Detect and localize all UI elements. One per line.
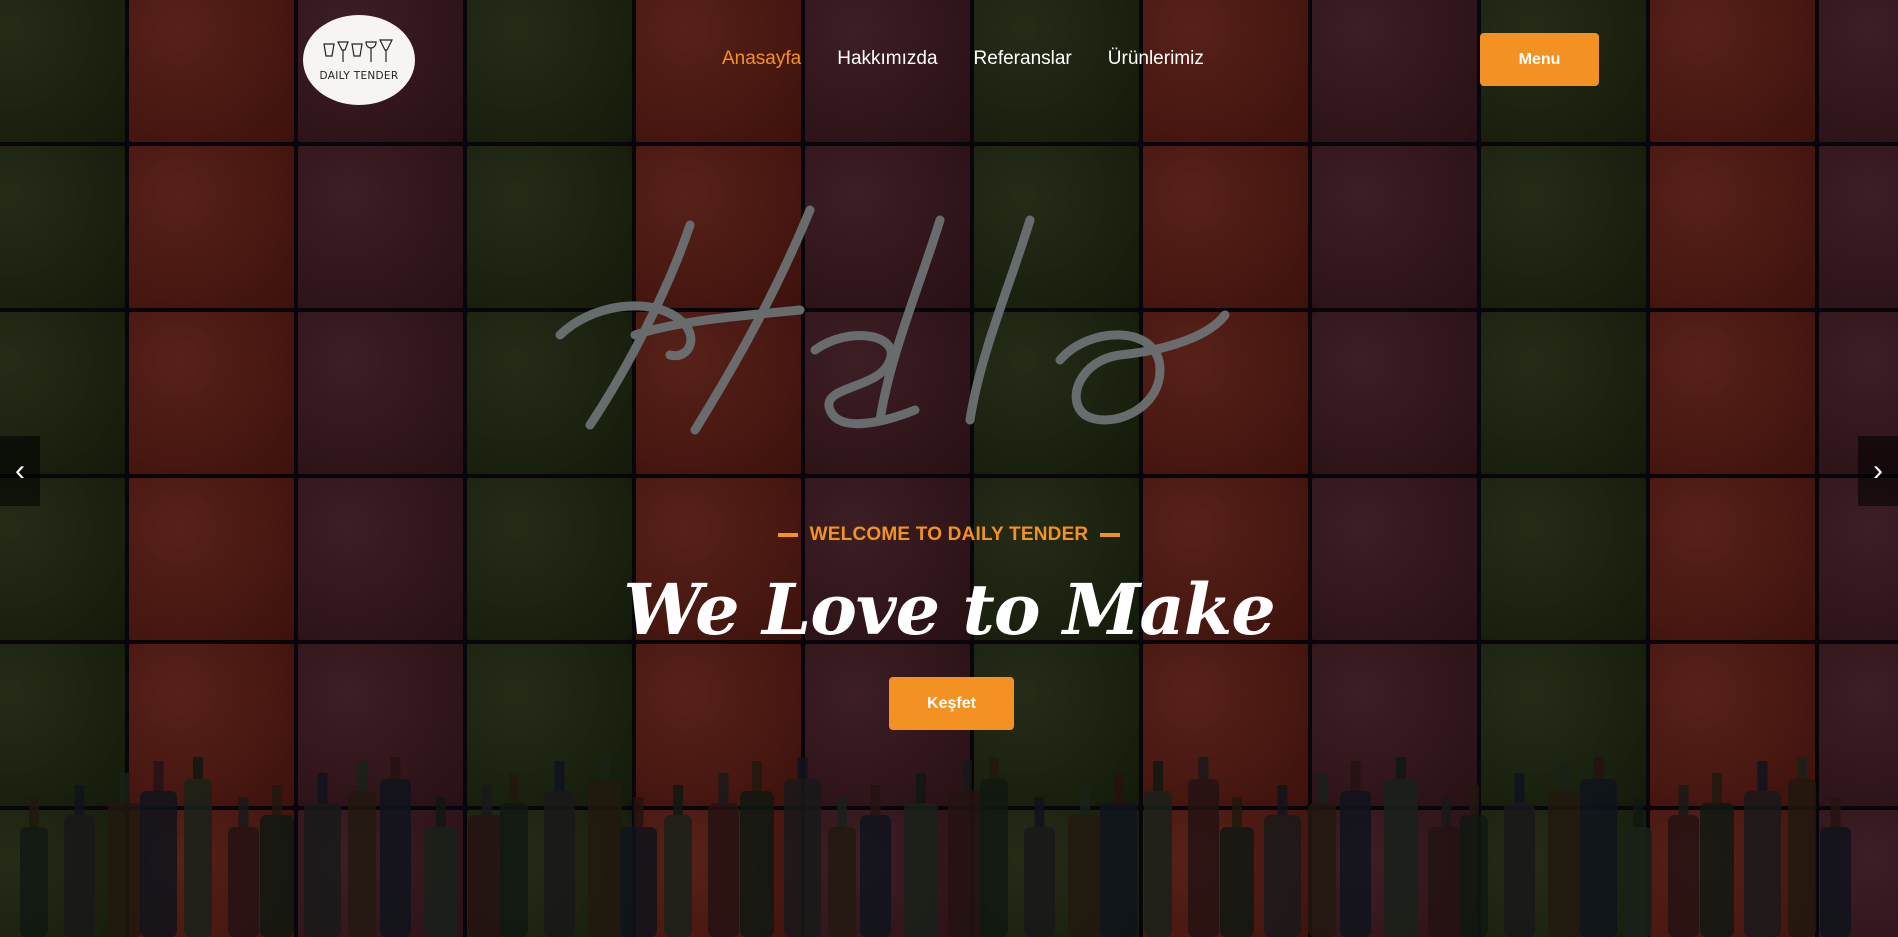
glasses-logo-icon xyxy=(323,39,393,62)
nav-item-referanslar[interactable]: Referanslar xyxy=(974,48,1072,70)
logo[interactable]: DAILY TENDER xyxy=(303,15,415,105)
main-nav: Anasayfa Hakkımızda Referanslar Ürünleri… xyxy=(722,48,1204,70)
nav-item-anasayfa[interactable]: Anasayfa xyxy=(722,48,801,70)
kicker-text: WELCOME TO DAILY TENDER xyxy=(809,524,1089,545)
kicker-dash-right xyxy=(1100,533,1121,537)
hero-kicker: WELCOME TO DAILY TENDER xyxy=(0,524,1898,546)
nav-item-urunlerimiz[interactable]: Ürünlerimiz xyxy=(1108,48,1204,70)
kicker-dash-left xyxy=(777,533,798,537)
explore-button[interactable]: Keşfet xyxy=(889,677,1014,730)
hero-headline: We Love to Make xyxy=(623,568,1276,651)
hero-background xyxy=(0,0,1898,937)
logo-text: DAILY TENDER xyxy=(319,70,399,82)
slider-prev-button[interactable]: ‹ xyxy=(0,436,40,506)
nav-item-hakkimizda[interactable]: Hakkımızda xyxy=(837,48,937,70)
site-header: DAILY TENDER Anasayfa Hakkımızda Referan… xyxy=(0,0,1898,120)
menu-button[interactable]: Menu xyxy=(1480,33,1599,86)
chevron-right-icon: › xyxy=(1873,454,1883,487)
chevron-left-icon: ‹ xyxy=(15,454,25,487)
slider-next-button[interactable]: › xyxy=(1858,436,1898,506)
dark-overlay xyxy=(0,0,1898,937)
